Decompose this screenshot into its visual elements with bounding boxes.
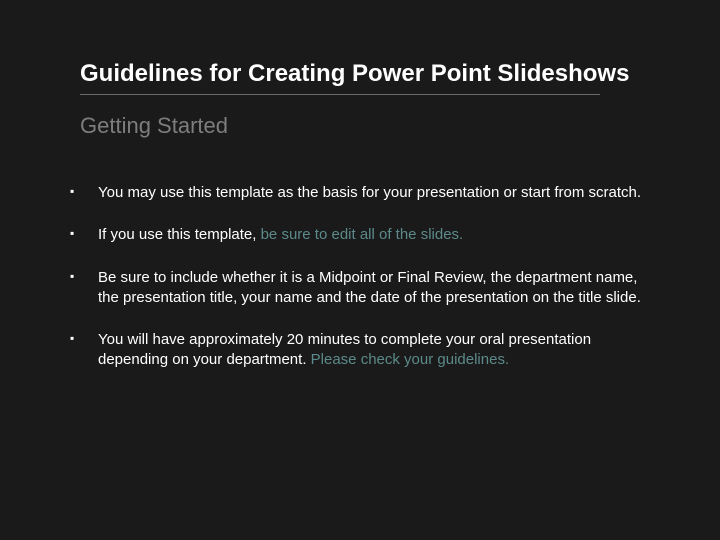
slide-subtitle: Getting Started xyxy=(70,113,650,139)
bullet-list: You may use this template as the basis f… xyxy=(70,183,650,371)
bullet-text: Be sure to include whether it is a Midpo… xyxy=(98,269,641,306)
bullet-text: You may use this template as the basis f… xyxy=(98,184,641,201)
list-item: If you use this template, be sure to edi… xyxy=(70,225,650,245)
bullet-accent: be sure to edit all of the slides. xyxy=(261,226,464,243)
title-divider xyxy=(80,94,600,95)
slide: Guidelines for Creating Power Point Slid… xyxy=(0,0,720,540)
bullet-text: If you use this template, xyxy=(98,226,261,243)
list-item: You may use this template as the basis f… xyxy=(70,183,650,203)
list-item: You will have approximately 20 minutes t… xyxy=(70,330,650,371)
slide-title: Guidelines for Creating Power Point Slid… xyxy=(70,60,650,88)
list-item: Be sure to include whether it is a Midpo… xyxy=(70,268,650,309)
bullet-accent: Please check your guidelines. xyxy=(311,351,509,368)
